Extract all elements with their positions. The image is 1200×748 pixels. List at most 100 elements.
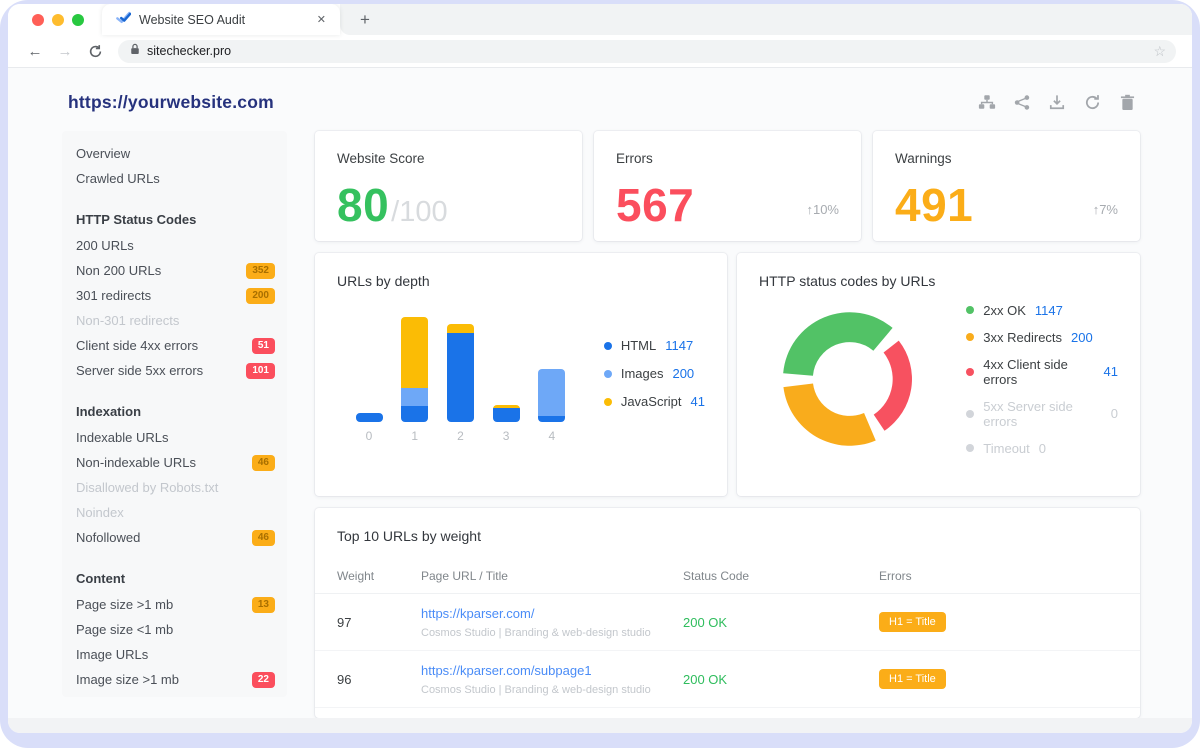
screen-frame: Website SEO Audit ✕ + ← → sitechecker.pr… <box>0 0 1200 748</box>
sidebar-section-indexation: Indexation <box>76 398 275 425</box>
cell-errors: H1 = Title <box>879 669 1118 689</box>
stat-card-errors: Errors567↑10% <box>594 131 861 241</box>
forward-icon[interactable]: → <box>52 38 78 64</box>
url-text[interactable]: sitechecker.pro <box>147 44 1146 58</box>
stat-card-warnings: Warnings491↑7% <box>873 131 1140 241</box>
sidebar-item-server-side-5xx-errors[interactable]: Server side 5xx errors101 <box>76 358 275 383</box>
bar-segment-javascript <box>401 317 428 388</box>
sidebar-item-301-redirects[interactable]: 301 redirects200 <box>76 283 275 308</box>
browser-window: Website SEO Audit ✕ + ← → sitechecker.pr… <box>8 4 1192 733</box>
back-icon[interactable]: ← <box>22 38 48 64</box>
download-icon[interactable] <box>1046 91 1068 113</box>
zoom-window-button[interactable] <box>72 14 84 26</box>
sidebar-item-label: Page size <1 mb <box>76 622 173 637</box>
table-row: 96https://kparser.com/subpage1 Cosmos Stu… <box>315 651 1140 708</box>
sidebar-item-label: Overview <box>76 146 130 161</box>
stat-value: 80 <box>337 178 389 232</box>
trash-icon[interactable] <box>1116 91 1138 113</box>
legend-item-html[interactable]: HTML1147 <box>604 338 705 353</box>
sitemap-icon[interactable] <box>976 91 998 113</box>
browser-navbar: ← → sitechecker.pro ☆ <box>8 35 1192 67</box>
sidebar-item-client-side-4xx-errors[interactable]: Client side 4xx errors 51 <box>76 333 275 358</box>
page-content: https://yourwebsite.com Overview Crawled … <box>8 68 1192 718</box>
bar-segment-html <box>401 406 428 422</box>
bar-segment-html <box>493 408 520 422</box>
sidebar-item-page-size-1-mb[interactable]: Page size <1 mb <box>76 617 275 642</box>
legend-value: 0 <box>1039 441 1046 456</box>
bar-segment-images <box>401 388 428 405</box>
bars-area: 01234 <box>355 317 566 443</box>
bar-segment-html <box>356 413 383 422</box>
sidebar-item-200-urls[interactable]: 200 URLs <box>76 233 275 258</box>
legend-dot-icon <box>966 368 974 376</box>
top-urls-table-card: Top 10 URLs by weight Weight Page URL / … <box>315 508 1140 718</box>
legend-item-images[interactable]: Images200 <box>604 366 705 381</box>
new-tab-button[interactable]: + <box>352 10 378 30</box>
share-icon[interactable] <box>1011 91 1033 113</box>
header-actions <box>976 91 1138 113</box>
sidebar-item-non-301-redirects: Non-301 redirects <box>76 308 275 333</box>
col-page-url: Page URL / Title <box>421 569 683 583</box>
sidebar-item-image-urls[interactable]: Image URLs <box>76 642 275 667</box>
donut-segment-4xx-client-side-errors <box>874 341 912 431</box>
table-title: Top 10 URLs by weight <box>315 508 1140 558</box>
legend-item-javascript[interactable]: JavaScript41 <box>604 394 705 409</box>
legend-label: JavaScript <box>621 394 682 409</box>
minimize-window-button[interactable] <box>52 14 64 26</box>
legend-item-3xx-redirects[interactable]: 3xx Redirects200 <box>966 330 1118 345</box>
page-header: https://yourwebsite.com <box>8 68 1192 131</box>
sidebar-item-crawled-urls[interactable]: Crawled URLs <box>76 166 275 191</box>
bar-segment-images <box>538 369 565 416</box>
cell-weight: 96 <box>337 672 421 687</box>
main-panel: Website Score80/100Errors567↑10%Warnings… <box>315 131 1140 718</box>
stat-suffix: /100 <box>391 196 447 229</box>
cell-status-code: 200 OK <box>683 615 879 630</box>
close-tab-icon[interactable]: ✕ <box>313 11 330 28</box>
col-status-code: Status Code <box>683 569 879 583</box>
sidebar-item-label: Client side 4xx errors <box>76 338 198 353</box>
sidebar-item-label: 200 URLs <box>76 238 134 253</box>
lock-icon[interactable] <box>130 42 140 60</box>
sidebar-item-non-indexable-urls[interactable]: Non-indexable URLs46 <box>76 450 275 475</box>
stat-value: 491 <box>895 178 973 232</box>
page-url-link[interactable]: https://kparser.com/subpage1 <box>421 663 592 678</box>
browser-tab[interactable]: Website SEO Audit ✕ <box>102 4 340 35</box>
stat-label: Warnings <box>895 151 1118 166</box>
legend-dot-icon <box>604 342 612 350</box>
tab-strip-rest: + <box>340 4 1192 35</box>
stat-value-row: 491 <box>895 178 1118 232</box>
legend-dot-icon <box>966 306 974 314</box>
address-bar[interactable]: sitechecker.pro ☆ <box>118 40 1176 63</box>
legend-value: 0 <box>1111 406 1118 421</box>
count-badge: 51 <box>252 338 275 354</box>
legend-item-timeout[interactable]: Timeout0 <box>966 441 1118 456</box>
stat-label: Errors <box>616 151 839 166</box>
sidebar-item-label: Image URLs <box>76 647 148 662</box>
col-weight: Weight <box>337 569 421 583</box>
close-window-button[interactable] <box>32 14 44 26</box>
legend-item-5xx-server-side-errors[interactable]: 5xx Server side errors0 <box>966 399 1118 429</box>
x-tick-label: 4 <box>548 429 555 443</box>
count-badge: 46 <box>252 455 275 471</box>
sidebar-item-image-size-1-mb[interactable]: Image size >1 mb22 <box>76 667 275 692</box>
legend-value: 1147 <box>1035 303 1063 318</box>
reload-icon[interactable] <box>82 38 108 64</box>
sidebar-item-indexable-urls[interactable]: Indexable URLs <box>76 425 275 450</box>
sidebar-item-overview[interactable]: Overview <box>76 141 275 166</box>
legend-value: 41 <box>1104 364 1118 379</box>
legend-value: 200 <box>1071 330 1093 345</box>
bookmark-star-icon[interactable]: ☆ <box>1153 43 1166 60</box>
sidebar-item-non-200-urls[interactable]: Non 200 URLs352 <box>76 258 275 283</box>
legend-item-4xx-client-side-errors[interactable]: 4xx Client side errors41 <box>966 357 1118 387</box>
refresh-icon[interactable] <box>1081 91 1103 113</box>
table-row: 97https://kparser.com/Cosmos Studio | Br… <box>315 594 1140 651</box>
legend-value: 1147 <box>665 338 693 353</box>
sidebar-item-nofollowed[interactable]: Nofollowed46 <box>76 525 275 550</box>
page-title-subtext: Cosmos Studio | Branding & web-design st… <box>421 684 683 696</box>
bar-column-depth-4: 4 <box>538 317 566 443</box>
legend-item-2xx-ok[interactable]: 2xx OK1147 <box>966 303 1118 318</box>
bar-column-depth-1: 1 <box>401 317 429 443</box>
sidebar-section-http-status-codes: HTTP Status Codes <box>76 206 275 233</box>
sidebar-item-page-size-1-mb[interactable]: Page size >1 mb13 <box>76 592 275 617</box>
page-url-link[interactable]: https://kparser.com/ <box>421 606 534 621</box>
